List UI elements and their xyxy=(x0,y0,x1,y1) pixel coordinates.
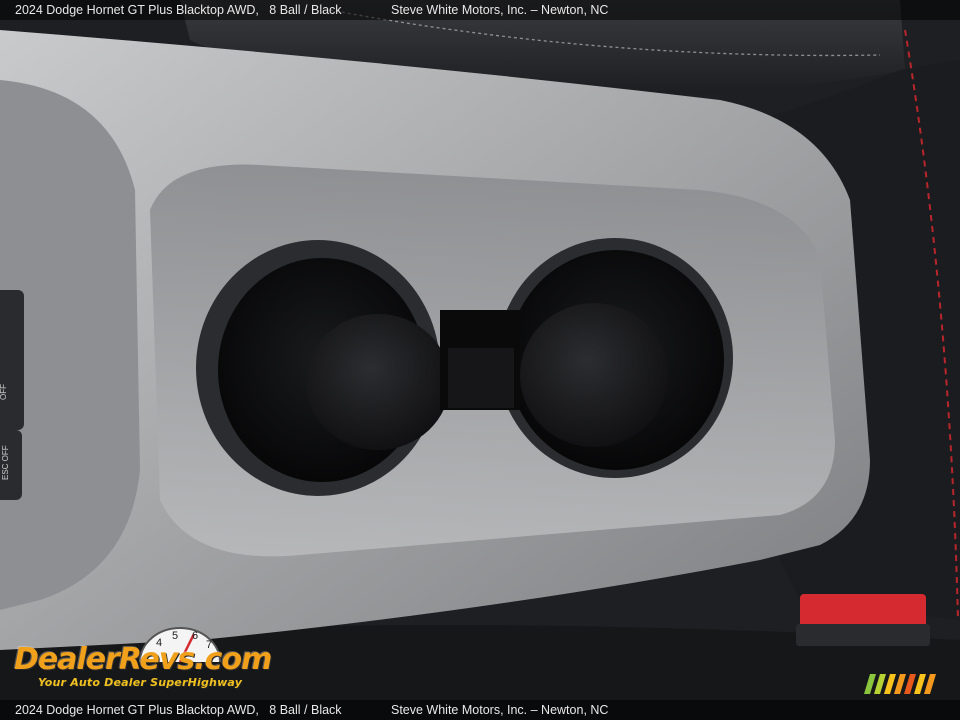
caption-vehicle-name: 2024 Dodge Hornet GT Plus Blacktop AWD, xyxy=(15,3,259,17)
watermark-brand: DealerRevs.com xyxy=(14,642,272,677)
caption-vehicle-color-bottom: 8 Ball / Black xyxy=(269,703,342,717)
watermark-tagline: Your Auto Dealer SuperHighway xyxy=(38,676,243,689)
dealerrevs-watermark: 4 5 6 7 DealerRevs.com Your Auto Dealer … xyxy=(12,624,272,696)
seatbelt-buckle xyxy=(800,594,926,628)
gauge-number: 5 xyxy=(172,630,178,642)
caption-dealer-top: Steve White Motors, Inc. – Newton, NC xyxy=(391,3,609,17)
right-cupholder-pad xyxy=(520,303,668,447)
esc-off-label: ESC OFF xyxy=(1,445,10,480)
caption-vehicle-top: 2024 Dodge Hornet GT Plus Blacktop AWD, … xyxy=(15,0,342,20)
caption-bar-top: 2024 Dodge Hornet GT Plus Blacktop AWD, … xyxy=(0,0,960,20)
caption-bar-bottom: 2024 Dodge Hornet GT Plus Blacktop AWD, … xyxy=(0,700,960,720)
caption-vehicle-color: 8 Ball / Black xyxy=(269,3,342,17)
gauge-number: 6 xyxy=(192,630,198,642)
cupholder-photo: OFF ESC OFF xyxy=(0,0,960,720)
caption-vehicle-name-bottom: 2024 Dodge Hornet GT Plus Blacktop AWD, xyxy=(15,703,259,717)
color-stripes-logo xyxy=(864,674,936,694)
caption-dealer-bottom: Steve White Motors, Inc. – Newton, NC xyxy=(391,703,609,717)
divider-block xyxy=(448,348,514,408)
park-assist-label: OFF xyxy=(0,384,8,400)
left-cupholder-pad xyxy=(306,314,450,450)
park-assist-button[interactable] xyxy=(0,290,24,430)
caption-vehicle-bottom: 2024 Dodge Hornet GT Plus Blacktop AWD, … xyxy=(15,700,342,720)
seatbelt-buckle-base xyxy=(796,624,930,646)
